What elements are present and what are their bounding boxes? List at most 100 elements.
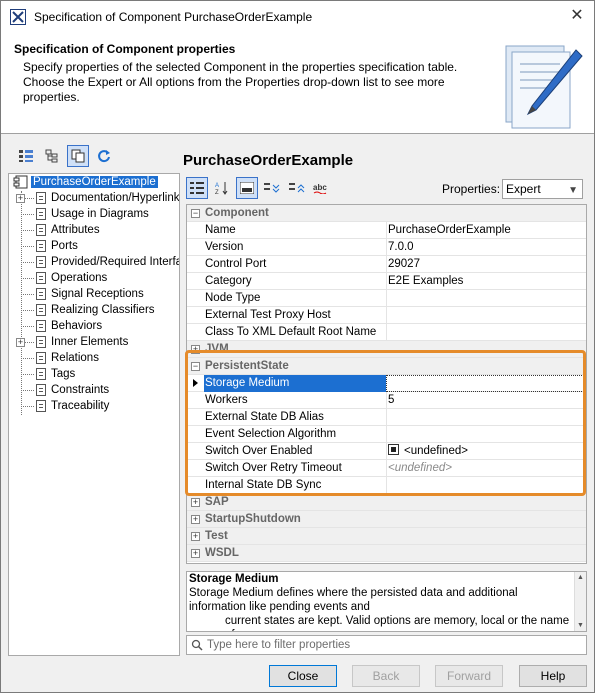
filter-input[interactable]: Type here to filter properties [186, 635, 587, 655]
element-title: PurchaseOrderExample [183, 152, 354, 169]
tree-item[interactable]: Tags [9, 366, 179, 382]
tree-connector [21, 390, 34, 391]
tree-item[interactable]: Relations [9, 350, 179, 366]
tree-item-label: Behaviors [51, 320, 103, 332]
property-value[interactable]: <undefined> [386, 460, 586, 477]
property-value[interactable] [386, 409, 586, 426]
property-value[interactable] [386, 426, 586, 443]
tree-item[interactable]: + Inner Elements [9, 334, 179, 350]
collapse-icon[interactable]: − [191, 362, 200, 371]
tree-item[interactable]: Constraints [9, 382, 179, 398]
property-value[interactable]: <undefined> [386, 443, 586, 460]
tree-item[interactable]: Usage in Diagrams [9, 206, 179, 222]
property-name: Category [205, 275, 252, 287]
collapse-icon[interactable]: − [191, 209, 200, 218]
tree-view-icon[interactable] [15, 145, 37, 167]
tree-connector [21, 374, 34, 375]
tree-root-item[interactable]: PurchaseOrderExample [9, 174, 179, 190]
collapse-all-icon[interactable] [286, 177, 308, 199]
category-collapsed[interactable]: + WSDL [187, 545, 586, 562]
category-label: Test [205, 530, 228, 542]
description-scrollbar[interactable]: ▲ ▼ [574, 572, 586, 631]
scroll-down-icon[interactable]: ▼ [577, 622, 584, 629]
property-value-text: PurchaseOrderExample [388, 224, 511, 236]
property-row[interactable]: Control Port 29027 [187, 256, 586, 273]
forward-button[interactable]: Forward [435, 665, 503, 687]
close-window-icon[interactable]: ✕ [568, 7, 586, 25]
expand-all-icon[interactable] [261, 177, 283, 199]
tree-connector [21, 294, 34, 295]
property-value[interactable]: 5 [386, 392, 586, 409]
property-row[interactable]: Node Type [187, 290, 586, 307]
tree-item[interactable]: Ports [9, 238, 179, 254]
property-row[interactable]: Class To XML Default Root Name [187, 324, 586, 341]
category-jvm[interactable]: + JVM [187, 341, 586, 358]
refresh-icon[interactable] [93, 145, 115, 167]
category-collapsed[interactable]: + Test [187, 528, 586, 545]
property-row[interactable]: Name PurchaseOrderExample [187, 222, 586, 239]
property-value[interactable] [386, 375, 586, 392]
property-name: Switch Over Enabled [205, 445, 313, 457]
persistent-rows: Storage Medium Workers 5 External State DB … [187, 375, 586, 494]
hierarchy-icon[interactable] [41, 145, 63, 167]
tree-item[interactable]: Provided/Required Interfaces [9, 254, 179, 270]
property-row[interactable]: Internal State DB Sync [187, 477, 586, 494]
category-persistentstate[interactable]: − PersistentState [187, 358, 586, 375]
property-name: Workers [205, 394, 248, 406]
tree-item-label: Attributes [51, 224, 100, 236]
category-component[interactable]: − Component [187, 205, 586, 222]
property-row[interactable]: Switch Over Retry Timeout <undefined> [187, 460, 586, 477]
tree-item-label: Relations [51, 352, 99, 364]
tree-connector [21, 262, 34, 263]
property-row[interactable]: External Test Proxy Host [187, 307, 586, 324]
category-collapsed[interactable]: + SAP [187, 494, 586, 511]
property-row[interactable]: Switch Over Enabled <undefined> [187, 443, 586, 460]
properties-dropdown[interactable]: Expert ▼ [502, 179, 583, 199]
document-icon [36, 224, 46, 236]
expand-icon[interactable]: + [191, 515, 200, 524]
expand-icon[interactable]: + [16, 338, 25, 347]
expand-icon[interactable]: + [16, 194, 25, 203]
property-value[interactable] [386, 324, 586, 341]
property-row[interactable]: Version 7.0.0 [187, 239, 586, 256]
property-row[interactable]: Workers 5 [187, 392, 586, 409]
property-value[interactable]: PurchaseOrderExample [386, 222, 586, 239]
property-value[interactable]: 29027 [386, 256, 586, 273]
expand-icon[interactable]: + [191, 498, 200, 507]
property-value[interactable] [386, 477, 586, 494]
tree-connector [21, 406, 34, 407]
expand-icon[interactable]: + [191, 532, 200, 541]
back-button[interactable]: Back [352, 665, 420, 687]
property-value[interactable]: E2E Examples [386, 273, 586, 290]
property-row[interactable]: Event Selection Algorithm [187, 426, 586, 443]
checkbox[interactable] [388, 444, 399, 455]
document-icon [36, 320, 46, 332]
document-icon [36, 272, 46, 284]
document-icon [36, 256, 46, 268]
close-button[interactable]: Close [269, 665, 337, 687]
property-value[interactable] [386, 290, 586, 307]
spellcheck-icon[interactable]: abc [311, 177, 333, 199]
expand-icon[interactable]: + [191, 549, 200, 558]
help-button[interactable]: Help [519, 665, 587, 687]
tree-item[interactable]: Attributes [9, 222, 179, 238]
expand-icon[interactable]: + [191, 345, 200, 354]
property-row[interactable]: Storage Medium [187, 375, 586, 392]
tree-item[interactable]: Traceability [9, 398, 179, 414]
tree-item[interactable]: Operations [9, 270, 179, 286]
tree-item[interactable]: Signal Receptions [9, 286, 179, 302]
sort-az-icon[interactable]: AZ [211, 177, 233, 199]
tree-item[interactable]: Realizing Classifiers [9, 302, 179, 318]
property-value[interactable]: 7.0.0 [386, 239, 586, 256]
property-value[interactable] [386, 307, 586, 324]
property-row[interactable]: External State DB Alias [187, 409, 586, 426]
description-toggle-icon[interactable] [236, 177, 258, 199]
copy-icon[interactable] [67, 145, 89, 167]
property-row[interactable]: Category E2E Examples [187, 273, 586, 290]
scroll-up-icon[interactable]: ▲ [577, 574, 584, 581]
document-pen-icon [505, 45, 583, 129]
categorized-view-icon[interactable] [186, 177, 208, 199]
tree-item[interactable]: Behaviors [9, 318, 179, 334]
category-collapsed[interactable]: + StartupShutdown [187, 511, 586, 528]
tree-item[interactable]: + Documentation/Hyperlinks [9, 190, 179, 206]
